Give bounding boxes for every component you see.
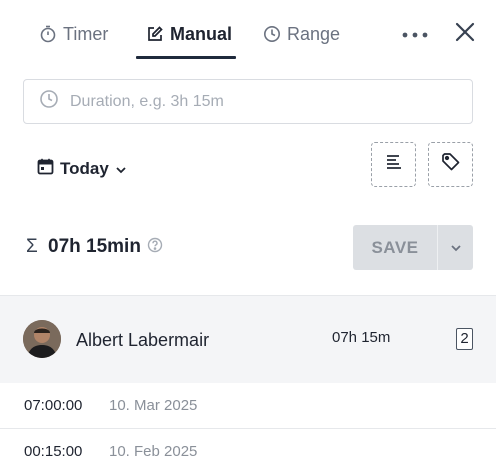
total-summary: Σ 07h 15min: [26, 234, 163, 260]
user-total-duration: 07h 15m: [332, 329, 391, 346]
user-summary-row[interactable]: Albert Labermair 07h 15m 2: [0, 296, 496, 383]
date-picker-label: Today: [60, 159, 109, 178]
tab-timer-label: Timer: [63, 23, 109, 44]
sigma-icon: Σ: [26, 236, 38, 257]
duration-field[interactable]: [23, 79, 473, 124]
entry-date: 10. Mar 2025: [109, 397, 198, 414]
list-item[interactable]: 07:00:00 10. Mar 2025: [0, 383, 496, 427]
tab-timer[interactable]: Timer: [39, 20, 108, 48]
avatar: [23, 320, 61, 358]
tab-range-label: Range: [287, 23, 341, 44]
total-duration: 07h 15min: [48, 236, 141, 257]
clock-icon: [39, 89, 59, 114]
tab-range[interactable]: Range: [263, 20, 340, 48]
mode-tabs: Timer Manual Range: [0, 0, 496, 60]
help-circle-icon[interactable]: [147, 237, 163, 258]
description-button[interactable]: [371, 142, 416, 187]
active-tab-indicator: [136, 56, 236, 59]
close-button[interactable]: [452, 21, 478, 47]
save-split-button: SAVE: [353, 225, 473, 270]
entry-date: 10. Feb 2025: [109, 443, 198, 460]
save-button[interactable]: SAVE: [353, 238, 437, 258]
clock-icon: [263, 25, 281, 43]
close-icon: [455, 22, 475, 47]
entry-duration: 07:00:00: [24, 397, 83, 414]
save-options-button[interactable]: [438, 225, 473, 270]
stopwatch-icon: [39, 25, 57, 43]
duration-input[interactable]: [70, 92, 450, 111]
user-name: Albert Labermair: [76, 330, 210, 350]
chevron-down-icon: [450, 239, 462, 257]
list-item[interactable]: 00:15:00 10. Feb 2025: [0, 429, 496, 472]
tag-icon: [441, 152, 461, 177]
more-button[interactable]: [400, 20, 430, 48]
calendar-icon: [37, 158, 54, 180]
date-picker[interactable]: Today: [37, 157, 127, 181]
tag-button[interactable]: [428, 142, 473, 187]
tab-manual-label: Manual: [170, 23, 233, 44]
chevron-down-icon: [115, 159, 127, 179]
entry-count-badge[interactable]: 2: [456, 328, 473, 350]
more-horizontal-icon: [402, 25, 428, 43]
entry-duration: 00:15:00: [24, 443, 83, 460]
edit-icon: [146, 25, 164, 43]
tab-manual[interactable]: Manual: [146, 20, 232, 48]
align-left-icon: [385, 154, 403, 175]
